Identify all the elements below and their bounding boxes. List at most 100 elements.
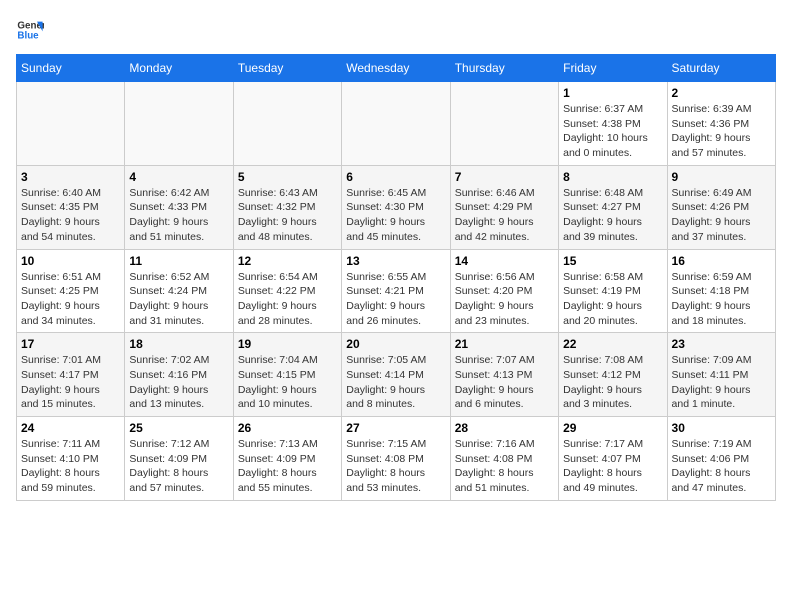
calendar-cell: 12 Sunrise: 6:54 AM Sunset: 4:22 PM Dayli… [233, 249, 341, 333]
day-number: 6 [346, 170, 445, 184]
day-number: 4 [129, 170, 228, 184]
calendar-table: SundayMondayTuesdayWednesdayThursdayFrid… [16, 54, 776, 501]
day-info: Sunrise: 7:08 AM Sunset: 4:12 PM Dayligh… [563, 353, 662, 412]
day-info: Sunrise: 7:02 AM Sunset: 4:16 PM Dayligh… [129, 353, 228, 412]
day-info: Sunrise: 6:49 AM Sunset: 4:26 PM Dayligh… [672, 186, 771, 245]
day-info: Sunrise: 7:12 AM Sunset: 4:09 PM Dayligh… [129, 437, 228, 496]
day-info: Sunrise: 6:59 AM Sunset: 4:18 PM Dayligh… [672, 270, 771, 329]
weekday-header: Tuesday [233, 55, 341, 82]
day-info: Sunrise: 7:13 AM Sunset: 4:09 PM Dayligh… [238, 437, 337, 496]
day-info: Sunrise: 6:37 AM Sunset: 4:38 PM Dayligh… [563, 102, 662, 161]
calendar-cell: 22 Sunrise: 7:08 AM Sunset: 4:12 PM Dayli… [559, 333, 667, 417]
day-info: Sunrise: 7:05 AM Sunset: 4:14 PM Dayligh… [346, 353, 445, 412]
day-number: 10 [21, 254, 120, 268]
calendar-cell: 1Sunrise: 6:37 AM Sunset: 4:38 PM Daylig… [559, 82, 667, 166]
day-number: 11 [129, 254, 228, 268]
calendar-cell: 16 Sunrise: 6:59 AM Sunset: 4:18 PM Dayli… [667, 249, 775, 333]
day-info: Sunrise: 6:54 AM Sunset: 4:22 PM Dayligh… [238, 270, 337, 329]
day-info: Sunrise: 7:16 AM Sunset: 4:08 PM Dayligh… [455, 437, 554, 496]
weekday-header: Friday [559, 55, 667, 82]
day-info: Sunrise: 7:07 AM Sunset: 4:13 PM Dayligh… [455, 353, 554, 412]
calendar-body: 1Sunrise: 6:37 AM Sunset: 4:38 PM Daylig… [17, 82, 776, 501]
day-number: 20 [346, 337, 445, 351]
calendar-cell: 6 Sunrise: 6:45 AM Sunset: 4:30 PM Daylig… [342, 165, 450, 249]
day-info: Sunrise: 6:39 AM Sunset: 4:36 PM Dayligh… [672, 102, 771, 161]
calendar-week-row: 3Sunrise: 6:40 AM Sunset: 4:35 PM Daylig… [17, 165, 776, 249]
calendar-cell: 24 Sunrise: 7:11 AM Sunset: 4:10 PM Dayli… [17, 417, 125, 501]
calendar-cell [342, 82, 450, 166]
calendar-week-row: 24 Sunrise: 7:11 AM Sunset: 4:10 PM Dayli… [17, 417, 776, 501]
day-number: 5 [238, 170, 337, 184]
day-number: 25 [129, 421, 228, 435]
day-info: Sunrise: 6:45 AM Sunset: 4:30 PM Dayligh… [346, 186, 445, 245]
calendar-cell: 30 Sunrise: 7:19 AM Sunset: 4:06 PM Dayli… [667, 417, 775, 501]
calendar-cell: 29Sunrise: 7:17 AM Sunset: 4:07 PM Dayli… [559, 417, 667, 501]
day-info: Sunrise: 6:55 AM Sunset: 4:21 PM Dayligh… [346, 270, 445, 329]
calendar-header: SundayMondayTuesdayWednesdayThursdayFrid… [17, 55, 776, 82]
calendar-cell [450, 82, 558, 166]
day-number: 22 [563, 337, 662, 351]
logo-icon: General Blue [16, 16, 44, 44]
calendar-week-row: 1Sunrise: 6:37 AM Sunset: 4:38 PM Daylig… [17, 82, 776, 166]
calendar-week-row: 10 Sunrise: 6:51 AM Sunset: 4:25 PM Dayli… [17, 249, 776, 333]
day-info: Sunrise: 6:43 AM Sunset: 4:32 PM Dayligh… [238, 186, 337, 245]
calendar-cell: 4 Sunrise: 6:42 AM Sunset: 4:33 PM Daylig… [125, 165, 233, 249]
day-number: 14 [455, 254, 554, 268]
calendar-cell: 23 Sunrise: 7:09 AM Sunset: 4:11 PM Dayli… [667, 333, 775, 417]
day-info: Sunrise: 7:04 AM Sunset: 4:15 PM Dayligh… [238, 353, 337, 412]
logo: General Blue [16, 16, 48, 44]
day-number: 3 [21, 170, 120, 184]
day-number: 24 [21, 421, 120, 435]
calendar-cell: 13Sunrise: 6:55 AM Sunset: 4:21 PM Dayli… [342, 249, 450, 333]
calendar-cell: 26 Sunrise: 7:13 AM Sunset: 4:09 PM Dayli… [233, 417, 341, 501]
day-info: Sunrise: 6:48 AM Sunset: 4:27 PM Dayligh… [563, 186, 662, 245]
weekday-header: Monday [125, 55, 233, 82]
calendar-cell: 10 Sunrise: 6:51 AM Sunset: 4:25 PM Dayli… [17, 249, 125, 333]
calendar-cell: 5 Sunrise: 6:43 AM Sunset: 4:32 PM Daylig… [233, 165, 341, 249]
weekday-header: Saturday [667, 55, 775, 82]
day-number: 2 [672, 86, 771, 100]
weekday-row: SundayMondayTuesdayWednesdayThursdayFrid… [17, 55, 776, 82]
day-info: Sunrise: 6:56 AM Sunset: 4:20 PM Dayligh… [455, 270, 554, 329]
calendar-cell: 21 Sunrise: 7:07 AM Sunset: 4:13 PM Dayli… [450, 333, 558, 417]
calendar-cell [125, 82, 233, 166]
calendar-cell: 28Sunrise: 7:16 AM Sunset: 4:08 PM Dayli… [450, 417, 558, 501]
day-info: Sunrise: 7:11 AM Sunset: 4:10 PM Dayligh… [21, 437, 120, 496]
day-number: 17 [21, 337, 120, 351]
day-info: Sunrise: 7:15 AM Sunset: 4:08 PM Dayligh… [346, 437, 445, 496]
calendar-cell: 8 Sunrise: 6:48 AM Sunset: 4:27 PM Daylig… [559, 165, 667, 249]
day-number: 21 [455, 337, 554, 351]
calendar-cell: 27Sunrise: 7:15 AM Sunset: 4:08 PM Dayli… [342, 417, 450, 501]
day-number: 16 [672, 254, 771, 268]
calendar-cell: 7 Sunrise: 6:46 AM Sunset: 4:29 PM Daylig… [450, 165, 558, 249]
calendar-cell: 2 Sunrise: 6:39 AM Sunset: 4:36 PM Daylig… [667, 82, 775, 166]
day-number: 23 [672, 337, 771, 351]
calendar-cell [233, 82, 341, 166]
day-info: Sunrise: 7:09 AM Sunset: 4:11 PM Dayligh… [672, 353, 771, 412]
day-info: Sunrise: 7:19 AM Sunset: 4:06 PM Dayligh… [672, 437, 771, 496]
calendar-cell [17, 82, 125, 166]
calendar-cell: 19Sunrise: 7:04 AM Sunset: 4:15 PM Dayli… [233, 333, 341, 417]
calendar-cell: 15Sunrise: 6:58 AM Sunset: 4:19 PM Dayli… [559, 249, 667, 333]
day-info: Sunrise: 7:17 AM Sunset: 4:07 PM Dayligh… [563, 437, 662, 496]
calendar-cell: 17Sunrise: 7:01 AM Sunset: 4:17 PM Dayli… [17, 333, 125, 417]
weekday-header: Wednesday [342, 55, 450, 82]
day-info: Sunrise: 6:42 AM Sunset: 4:33 PM Dayligh… [129, 186, 228, 245]
calendar-week-row: 17Sunrise: 7:01 AM Sunset: 4:17 PM Dayli… [17, 333, 776, 417]
calendar-cell: 14 Sunrise: 6:56 AM Sunset: 4:20 PM Dayli… [450, 249, 558, 333]
day-info: Sunrise: 6:46 AM Sunset: 4:29 PM Dayligh… [455, 186, 554, 245]
page-header: General Blue [16, 16, 776, 44]
calendar-cell: 20 Sunrise: 7:05 AM Sunset: 4:14 PM Dayli… [342, 333, 450, 417]
day-number: 12 [238, 254, 337, 268]
calendar-cell: 25 Sunrise: 7:12 AM Sunset: 4:09 PM Dayli… [125, 417, 233, 501]
day-number: 7 [455, 170, 554, 184]
day-number: 8 [563, 170, 662, 184]
calendar-cell: 18Sunrise: 7:02 AM Sunset: 4:16 PM Dayli… [125, 333, 233, 417]
day-number: 15 [563, 254, 662, 268]
calendar-cell: 9 Sunrise: 6:49 AM Sunset: 4:26 PM Daylig… [667, 165, 775, 249]
day-number: 30 [672, 421, 771, 435]
svg-text:Blue: Blue [17, 30, 39, 41]
day-number: 9 [672, 170, 771, 184]
day-info: Sunrise: 6:51 AM Sunset: 4:25 PM Dayligh… [21, 270, 120, 329]
day-number: 26 [238, 421, 337, 435]
